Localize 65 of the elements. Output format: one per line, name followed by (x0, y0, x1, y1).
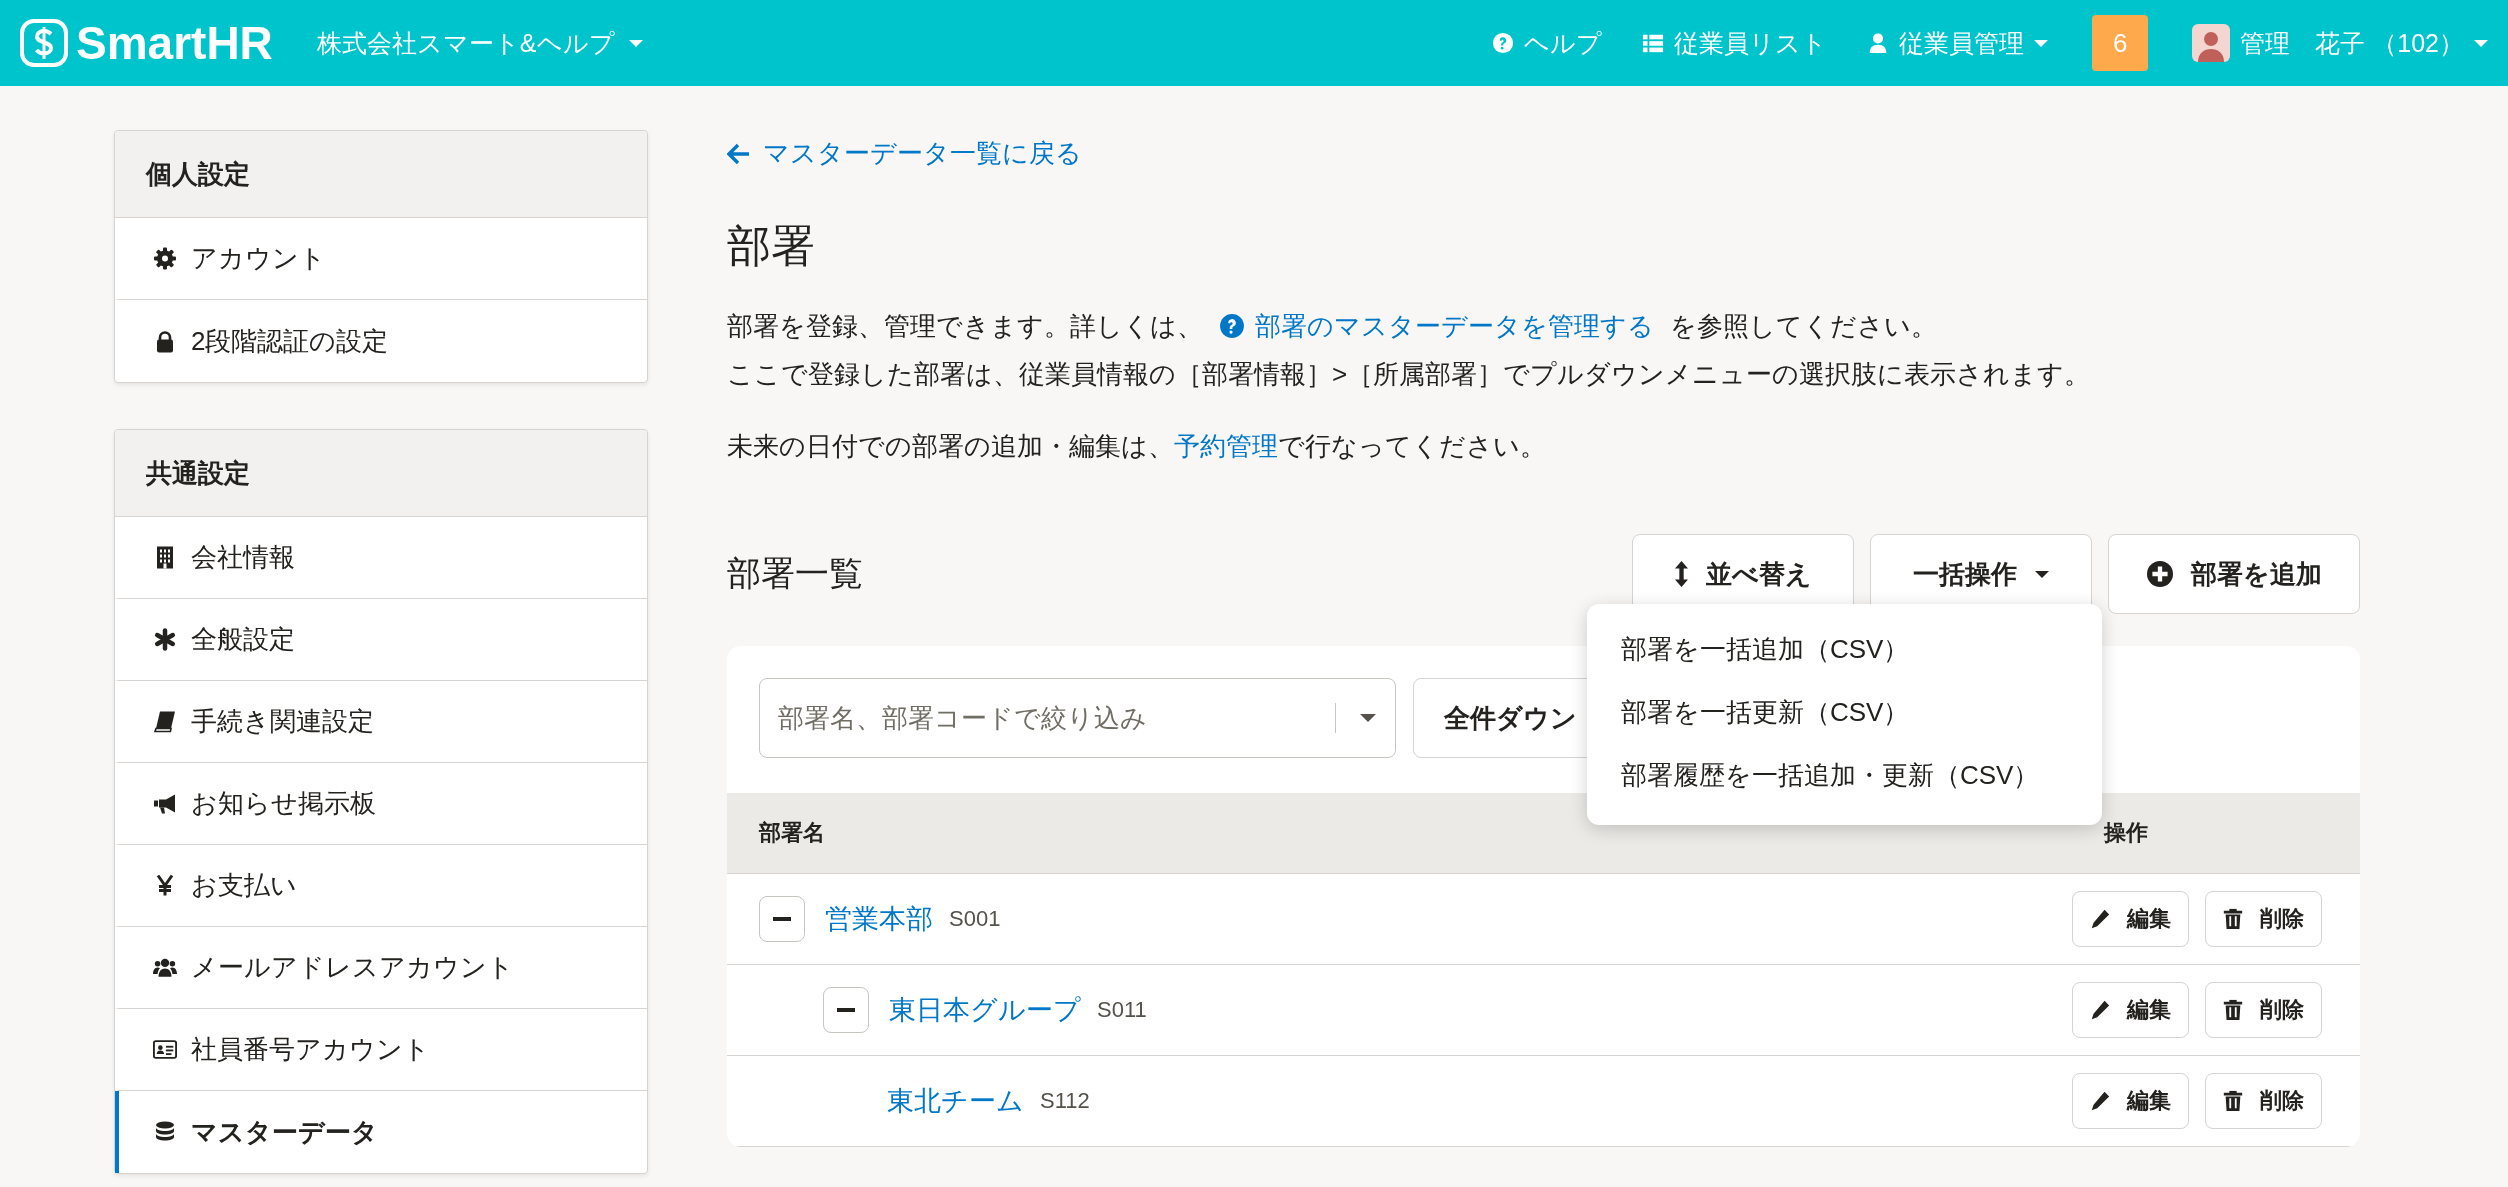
help-icon (1219, 313, 1245, 339)
sidebar-item[interactable]: 全般設定 (115, 599, 647, 681)
help-link[interactable]: 部署のマスターデータを管理する (1219, 302, 1654, 350)
add-button[interactable]: 部署を追加 (2108, 534, 2360, 614)
collapse-button[interactable] (823, 987, 869, 1033)
collapse-button[interactable] (759, 896, 805, 942)
section-title: 部署一覧 (727, 553, 864, 594)
trash-icon (2222, 999, 2244, 1021)
back-link[interactable]: マスターデータ一覧に戻る (727, 136, 1082, 171)
caret-icon (2034, 39, 2049, 47)
sidebar-item[interactable]: マスターデータ (115, 1091, 647, 1173)
sidebar-item[interactable]: 会社情報 (115, 517, 647, 599)
delete-button[interactable]: 削除 (2205, 891, 2322, 947)
page-title: 部署 (727, 220, 816, 272)
caret-icon (2035, 570, 2049, 578)
delete-button[interactable]: 削除 (2205, 982, 2322, 1038)
list-icon (1642, 32, 1665, 54)
sidebar-item[interactable]: お知らせ掲示板 (115, 763, 647, 845)
description-text: ここで登録した部署は、従業員情報の［部署情報］>［所属部署］でプルダウンメニューの選択肢に表示されます。 (727, 358, 2092, 391)
sidebar-item[interactable]: 社員番号アカウント (115, 1009, 647, 1091)
card-heading: 共通設定 (115, 430, 647, 517)
book-icon (153, 709, 177, 734)
sidebar-item[interactable]: お支払い (115, 845, 647, 927)
sidebar-item[interactable]: メールアドレスアカウント (115, 927, 647, 1009)
arrow-left-icon (727, 141, 751, 166)
dropdown-caret-icon (1360, 714, 1376, 722)
minus-icon (837, 1008, 855, 1012)
edit-button[interactable]: 編集 (2072, 1073, 2189, 1129)
caret-icon (2474, 39, 2488, 47)
department-link[interactable]: 営業本部 (825, 901, 933, 937)
sort-icon (1674, 561, 1688, 587)
caret-icon (628, 39, 643, 47)
trash-icon (2222, 908, 2244, 930)
description-text: 部署を登録、管理できます。詳しくは、 部署のマスターデータを管理する を参照してください。 (727, 302, 2360, 350)
trash-icon (2222, 1090, 2244, 1112)
card-heading: 個人設定 (115, 131, 647, 218)
logo-text: SmartHR (76, 16, 273, 70)
sidebar-item[interactable]: アカウント (115, 218, 647, 300)
department-code: S011 (1097, 997, 1147, 1023)
department-link[interactable]: 東北チーム (887, 1083, 1024, 1119)
department-code: S112 (1040, 1088, 1090, 1114)
idcard-icon (153, 1037, 177, 1062)
pencil-icon (2089, 908, 2111, 930)
sidebar-item[interactable]: 2段階認証の設定 (115, 300, 647, 382)
sidebar-item[interactable]: 手続き関連設定 (115, 681, 647, 763)
column-header: 操作 (2104, 819, 2149, 847)
gear-icon (153, 246, 177, 271)
avatar-icon (2192, 24, 2231, 62)
delete-button[interactable]: 削除 (2205, 1073, 2322, 1129)
minus-icon (773, 917, 791, 921)
logo-icon (20, 19, 68, 67)
pencil-icon (2089, 999, 2111, 1021)
reservation-link[interactable]: 予約管理 (1174, 422, 1278, 470)
menu-item[interactable]: 部署を一括追加（CSV） (1587, 618, 2102, 681)
edit-button[interactable]: 編集 (2072, 982, 2189, 1038)
pencil-icon (2089, 1090, 2111, 1112)
department-code: S001 (949, 906, 1001, 932)
plus-circle-icon (2146, 561, 2173, 587)
edit-button[interactable]: 編集 (2072, 891, 2189, 947)
department-link[interactable]: 東日本グループ (889, 992, 1081, 1028)
help-icon (1492, 32, 1515, 54)
filter-field[interactable]: 部署名、部署コードで絞り込み (759, 678, 1396, 758)
column-header: 部署名 (759, 819, 826, 847)
note-text: 未来の日付での部署の追加・編集は、予約管理で行なってください。 (727, 422, 2360, 470)
asterisk-icon (153, 627, 177, 652)
